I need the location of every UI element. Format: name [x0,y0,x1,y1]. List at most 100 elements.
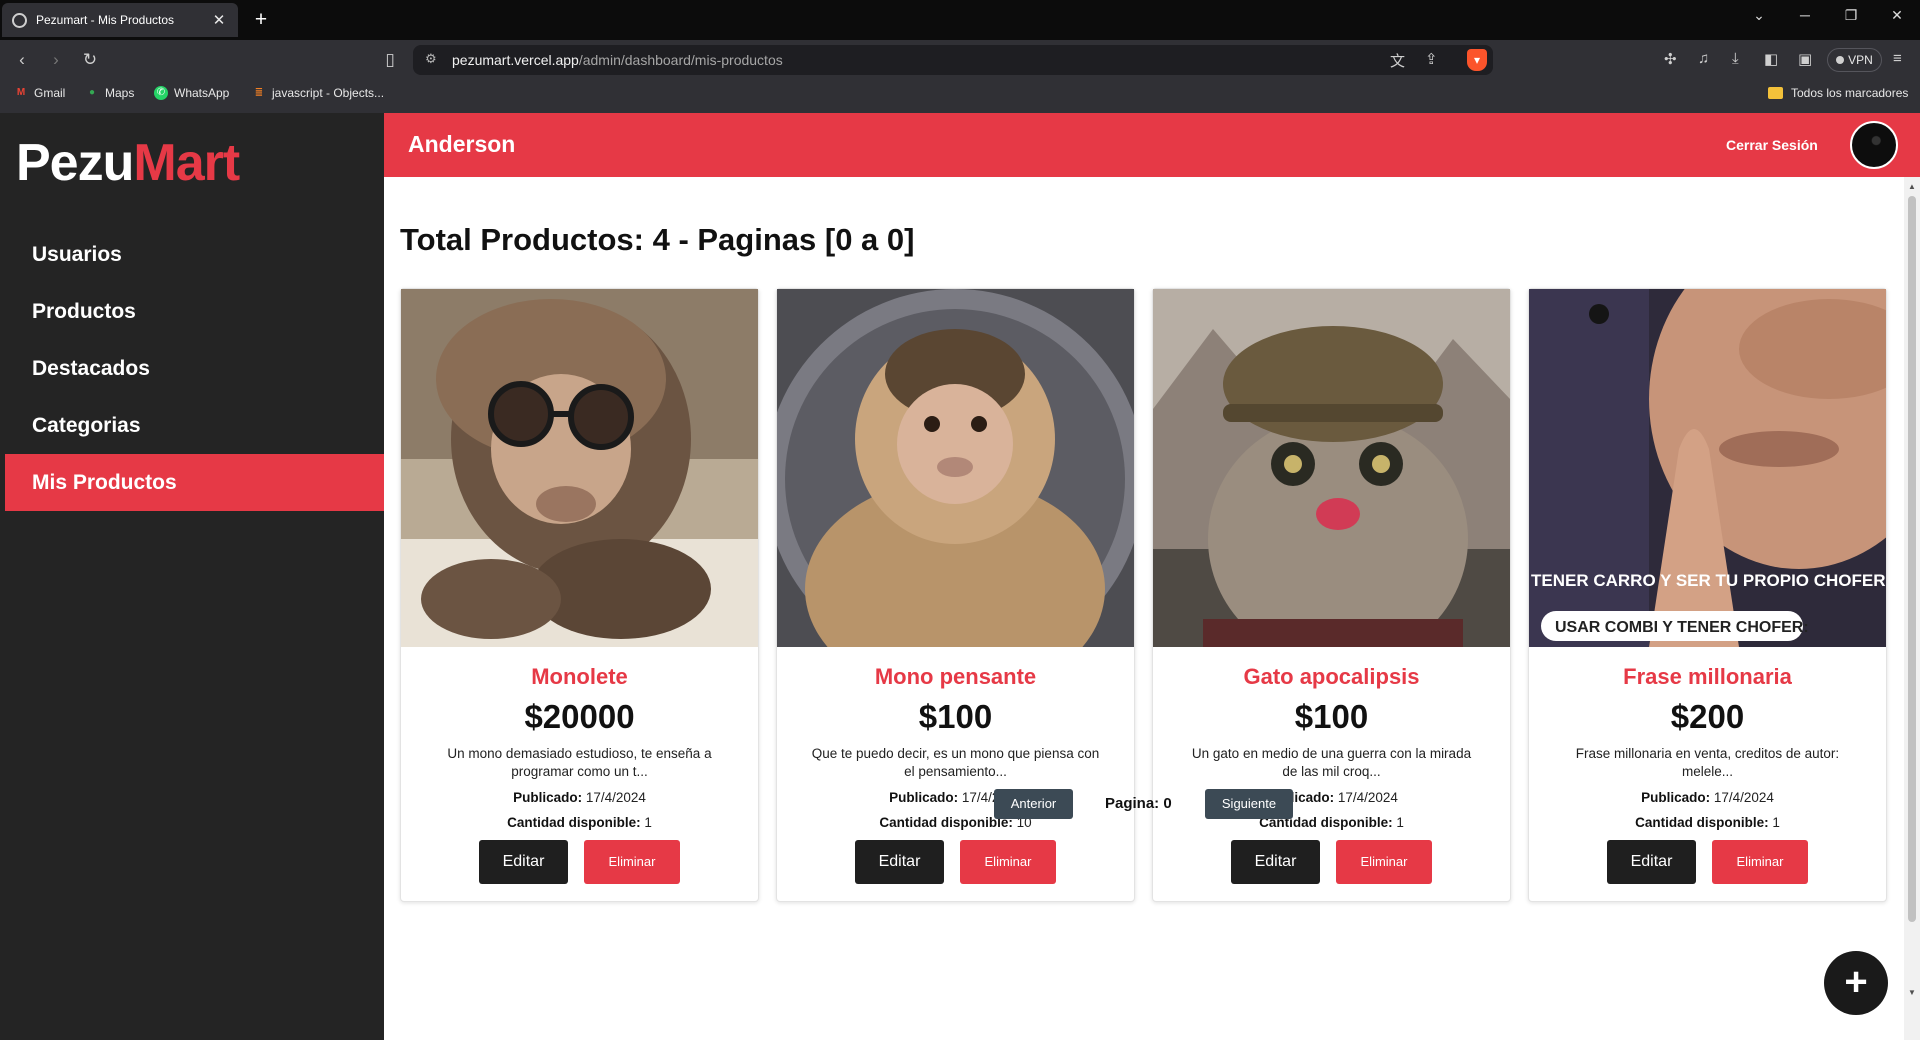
edit-button[interactable]: Editar [479,840,568,884]
quantity-label: Cantidad disponible: [507,815,641,830]
scroll-up-arrow-icon[interactable]: ▲ [1906,182,1918,191]
close-tab-icon[interactable]: ✕ [210,11,228,29]
product-published: Publicado: 17/4/2024 [401,790,758,805]
quantity-label: Cantidad disponible: [1635,815,1769,830]
browser-tab[interactable]: Pezumart - Mis Productos ✕ [2,3,238,37]
share-icon[interactable]: ⇪ [1425,50,1438,68]
product-card: TENER CARRO Y SER TU PROPIO CHOFER: USAR… [1528,288,1887,902]
sidebar-item-productos[interactable]: Productos [0,283,384,340]
forward-icon[interactable]: › [44,48,68,72]
logo-part-2: Mart [133,134,240,192]
new-tab-button[interactable]: + [248,7,274,33]
sidebar-item-destacados[interactable]: Destacados [0,340,384,397]
gmail-icon: M [16,87,26,98]
restore-icon[interactable]: ❐ [1828,0,1874,32]
scrollbar-thumb[interactable] [1908,196,1916,922]
soldier-cat-image [1153,289,1510,647]
page-indicator: Pagina: 0 [1105,795,1172,812]
delete-button[interactable]: Eliminar [584,840,680,884]
product-price: $20000 [524,698,635,735]
edit-button[interactable]: Editar [1231,840,1320,884]
stackoverflow-icon: ≣ [254,87,264,98]
quantity-value: 1 [1772,815,1780,830]
published-label: Publicado: [1641,790,1711,805]
next-page-button[interactable]: Siguiente [1205,789,1293,819]
folder-icon [1768,87,1783,99]
bookmark-gmail[interactable]: M Gmail [14,86,66,100]
delete-button[interactable]: Eliminar [1712,840,1808,884]
monkey-glasses-image [401,289,758,647]
product-quantity: Cantidad disponible: 1 [1529,815,1886,830]
bookmark-javascript[interactable]: ≣ javascript - Objects... [252,86,384,100]
tab-title: Pezumart - Mis Productos [36,13,175,27]
menu-icon[interactable]: ≡ [1893,50,1902,67]
meme-person-image: TENER CARRO Y SER TU PROPIO CHOFER: USAR… [1529,289,1886,647]
close-window-icon[interactable]: ✕ [1874,0,1920,32]
extensions-icon[interactable]: ✣ [1664,50,1677,68]
wallet-icon[interactable]: ▣ [1798,50,1812,68]
sidebar-item-mis-productos[interactable]: Mis Productos [5,454,384,511]
sidebar-item-categorias[interactable]: Categorias [0,397,384,454]
sidebar: PezuMart Usuarios Productos Destacados C… [0,113,384,1040]
download-icon[interactable]: ⤓ [1732,50,1739,67]
meme-caption-1: TENER CARRO Y SER TU PROPIO CHOFER: [1531,571,1886,590]
logo[interactable]: PezuMart [16,133,240,193]
url-text[interactable]: pezumart.vercel.app/admin/dashboard/mis-… [452,52,783,68]
quantity-label: Cantidad disponible: [879,815,1013,830]
published-date: 17/4/2024 [585,790,646,805]
product-name: Mono pensante [874,664,1037,689]
back-icon[interactable]: ‹ [10,48,34,72]
main-content: Total Productos: 4 - Paginas [0 a 0] Mon… [384,177,1904,1040]
vpn-label: VPN [1848,53,1873,67]
product-card: Mono pensante $100 Que te puedo decir, e… [776,288,1135,902]
logout-button[interactable]: Cerrar Sesión [1726,137,1818,153]
tab-search-chevron-icon[interactable]: ⌄ [1736,0,1782,32]
bookmark-maps[interactable]: ● Maps [85,86,134,100]
reload-icon[interactable]: ↻ [78,48,102,72]
bookmark-page-icon[interactable]: ▯ [378,48,402,72]
edit-button[interactable]: Editar [855,840,944,884]
app-header: Anderson Cerrar Sesión [384,113,1920,177]
delete-button[interactable]: Eliminar [960,840,1056,884]
capuchin-monkey-image [777,289,1134,647]
product-description: Frase millonaria en venta, creditos de a… [1575,746,1840,779]
logo-part-1: Pezu [16,134,134,192]
product-description: Un gato en medio de una guerra con la mi… [1191,746,1472,779]
bookmark-label: WhatsApp [174,86,230,100]
page-title: Total Productos: 4 - Paginas [0 a 0] [400,222,915,257]
globe-icon [12,12,27,28]
bookmark-whatsapp[interactable]: ✆ WhatsApp [154,86,229,100]
vpn-status-icon [1836,56,1845,64]
bookmark-label: Gmail [34,86,66,100]
vpn-button[interactable]: VPN [1827,48,1882,72]
brave-shields-icon[interactable]: ▾ [1467,49,1487,71]
media-icon[interactable]: ♫ [1698,50,1709,67]
translate-icon[interactable]: 文 [1390,50,1405,71]
quantity-value: 1 [1396,815,1404,830]
edit-button[interactable]: Editar [1607,840,1696,884]
avatar[interactable] [1850,121,1898,169]
product-name: Gato apocalipsis [1243,664,1420,689]
scroll-down-arrow-icon[interactable]: ▼ [1906,988,1918,997]
browser-tab-strip: Pezumart - Mis Productos ✕ + ⌄ ─ ❐ ✕ [0,0,1920,40]
product-image: TENER CARRO Y SER TU PROPIO CHOFER: USAR… [1529,289,1886,647]
product-description: Que te puedo decir, es un mono que piens… [811,746,1100,779]
site-info-icon[interactable]: ⚙ [425,51,437,67]
previous-page-button[interactable]: Anterior [994,789,1073,819]
meme-caption-2: USAR COMBI Y TENER CHOFER: [1555,619,1809,636]
product-price: $200 [1670,698,1745,735]
minimize-icon[interactable]: ─ [1782,0,1828,32]
product-price: $100 [918,698,993,735]
delete-button[interactable]: Eliminar [1336,840,1432,884]
product-name: Monolete [531,664,628,689]
bookmark-label: javascript - Objects... [272,86,385,100]
product-quantity: Cantidad disponible: 10 [777,815,1134,830]
quantity-value: 1 [644,815,652,830]
all-bookmarks-label: Todos los marcadores [1791,86,1909,100]
whatsapp-icon: ✆ [154,86,168,100]
all-bookmarks[interactable]: Todos los marcadores [1768,86,1908,100]
sidebar-item-usuarios[interactable]: Usuarios [0,226,384,283]
add-product-button[interactable]: + [1824,951,1888,1015]
url-host: pezumart.vercel.app [452,52,579,68]
sidebar-toggle-icon[interactable]: ◧ [1764,50,1778,68]
